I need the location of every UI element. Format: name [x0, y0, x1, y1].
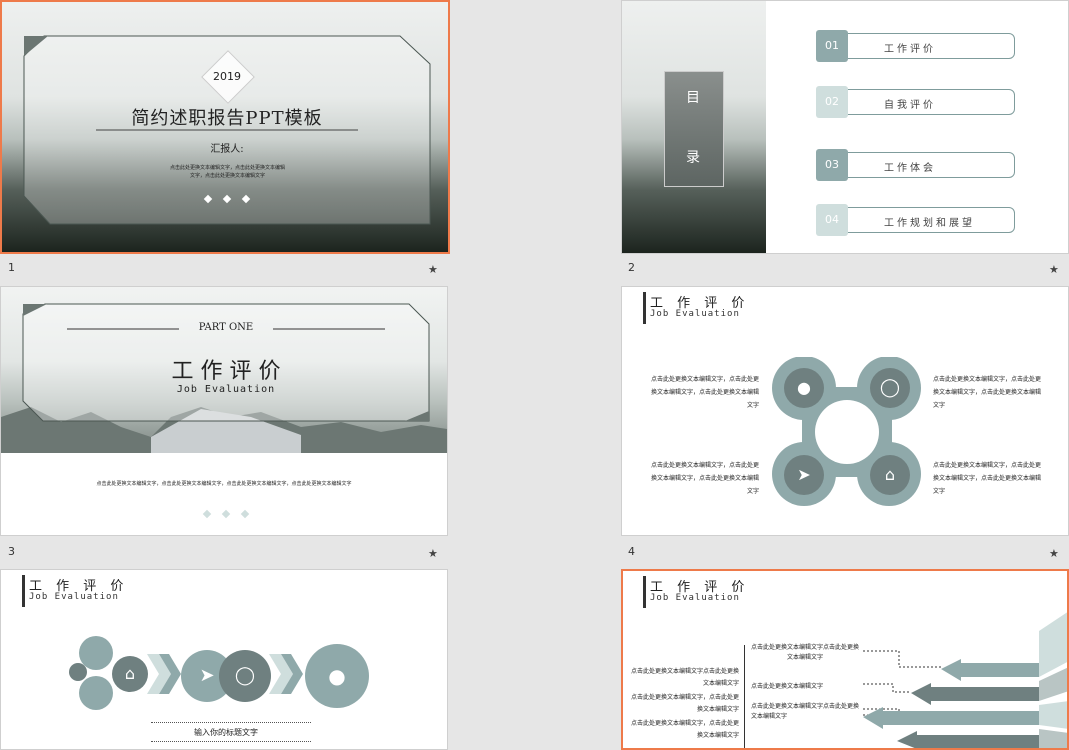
team-icon: ● — [305, 644, 369, 708]
slide3-body-text: 点击此处更换文本编辑文字，点击此处更换文本编辑文字，点击此处更换文本编辑文字，点… — [96, 481, 352, 487]
slide-header-subtitle: Job Evaluation — [29, 592, 119, 602]
toc-number-1: 01 — [816, 30, 848, 62]
slide-header-subtitle: Job Evaluation — [650, 309, 740, 319]
deco-circle — [79, 676, 113, 710]
arrow-bars — [863, 612, 1067, 748]
toc-item-3: 03 工作体会 — [816, 149, 1015, 181]
animation-star-icon[interactable]: ★ — [1049, 547, 1059, 560]
caption-rule — [151, 722, 311, 723]
toc-label-2: 自我评价 — [884, 100, 936, 111]
slide-thumbnail-2[interactable]: 目 录 01 工作评价 02 自我评价 03 工作体会 04 工作规划和展望 — [621, 0, 1069, 254]
toc-number-2: 02 — [816, 86, 848, 118]
text-bottom-right: 点击此处更换文本编辑文字，点击此处更换文本编辑文字，点击此处更换文本编辑文字 — [933, 462, 1042, 495]
slide1-title: 简约述职报告PPT模板 — [131, 108, 323, 129]
toc-item-1: 01 工作评价 — [816, 30, 1015, 62]
deco-circle — [69, 663, 87, 681]
slide-number: 3 — [8, 545, 15, 558]
slide-thumbnail-1[interactable]: 2019 简约述职报告PPT模板 汇报人: 点击此处更换文本编辑文字，点击此处更… — [0, 0, 450, 254]
slide-thumbnail-3[interactable]: PART ONE 工 作 评 价 Job Evaluation 点击此处更换文本… — [0, 286, 448, 536]
slide1-body-text: 点击此处更换文本编辑文字，点击此处更换文本编辑文字，点击此处更换文本编辑文字 — [170, 165, 286, 179]
slide-thumbnail-6[interactable]: 工 作 评 价 Job Evaluation 点击此处更换文本编辑文字点击此处更… — [621, 569, 1069, 750]
caption-text: 输入你的标题文字 — [194, 728, 258, 737]
section-title: 工 作 评 价 — [171, 359, 281, 384]
year-label: 2019 — [213, 70, 241, 83]
slide-thumbnail-5[interactable]: 工 作 评 价 Job Evaluation ⌂ ➤ ◯ ● 输入你的标题文字 — [0, 569, 448, 750]
toc-number-4: 04 — [816, 204, 848, 236]
chevron-arrows — [269, 654, 303, 694]
reporter-label: 汇报人: — [210, 144, 244, 155]
header-accent-bar — [643, 292, 646, 324]
slide-number: 2 — [628, 261, 635, 274]
toc-title-bottom: 录 — [686, 150, 700, 166]
slide-thumbnail-4[interactable]: 工 作 评 价 Job Evaluation ● ◯ ➤ ⌂ 点击此处更换文本编… — [621, 286, 1069, 536]
section-subtitle: Job Evaluation — [176, 384, 276, 395]
animation-star-icon[interactable]: ★ — [428, 547, 438, 560]
animation-star-icon[interactable]: ★ — [1049, 263, 1059, 276]
toc-item-4: 04 工作规划和展望 — [816, 204, 1015, 236]
lock-icon: ◯ — [219, 650, 271, 702]
slide-number: 1 — [8, 261, 15, 274]
toc-item-2: 02 自我评价 — [816, 86, 1015, 118]
part-label: PART ONE — [198, 322, 254, 333]
text-bottom-left: 点击此处更换文本编辑文字，点击此处更换文本编辑文字，点击此处更换文本编辑文字 — [650, 462, 759, 495]
animation-star-icon[interactable]: ★ — [428, 263, 438, 276]
toc-number-3: 03 — [816, 149, 848, 181]
toc-label-3: 工作体会 — [884, 163, 936, 174]
share-icon: ➤ — [784, 455, 824, 495]
home-icon: ⌂ — [870, 455, 910, 495]
slide-number: 4 — [628, 545, 635, 558]
caption-rule — [151, 741, 311, 742]
toc-label-4: 工作规划和展望 — [884, 218, 975, 229]
home-icon: ⌂ — [112, 656, 148, 692]
text-top-right: 点击此处更换文本编辑文字，点击此处更换文本编辑文字，点击此处更换文本编辑文字 — [933, 376, 1042, 409]
header-accent-bar — [22, 575, 25, 607]
toc-title-top: 目 — [686, 90, 700, 106]
toc-label-1: 工作评价 — [884, 44, 936, 55]
lock-icon: ◯ — [870, 368, 910, 408]
text-top-left: 点击此处更换文本编辑文字，点击此处更换文本编辑文字，点击此处更换文本编辑文字 — [650, 376, 759, 409]
team-icon: ● — [784, 368, 824, 408]
